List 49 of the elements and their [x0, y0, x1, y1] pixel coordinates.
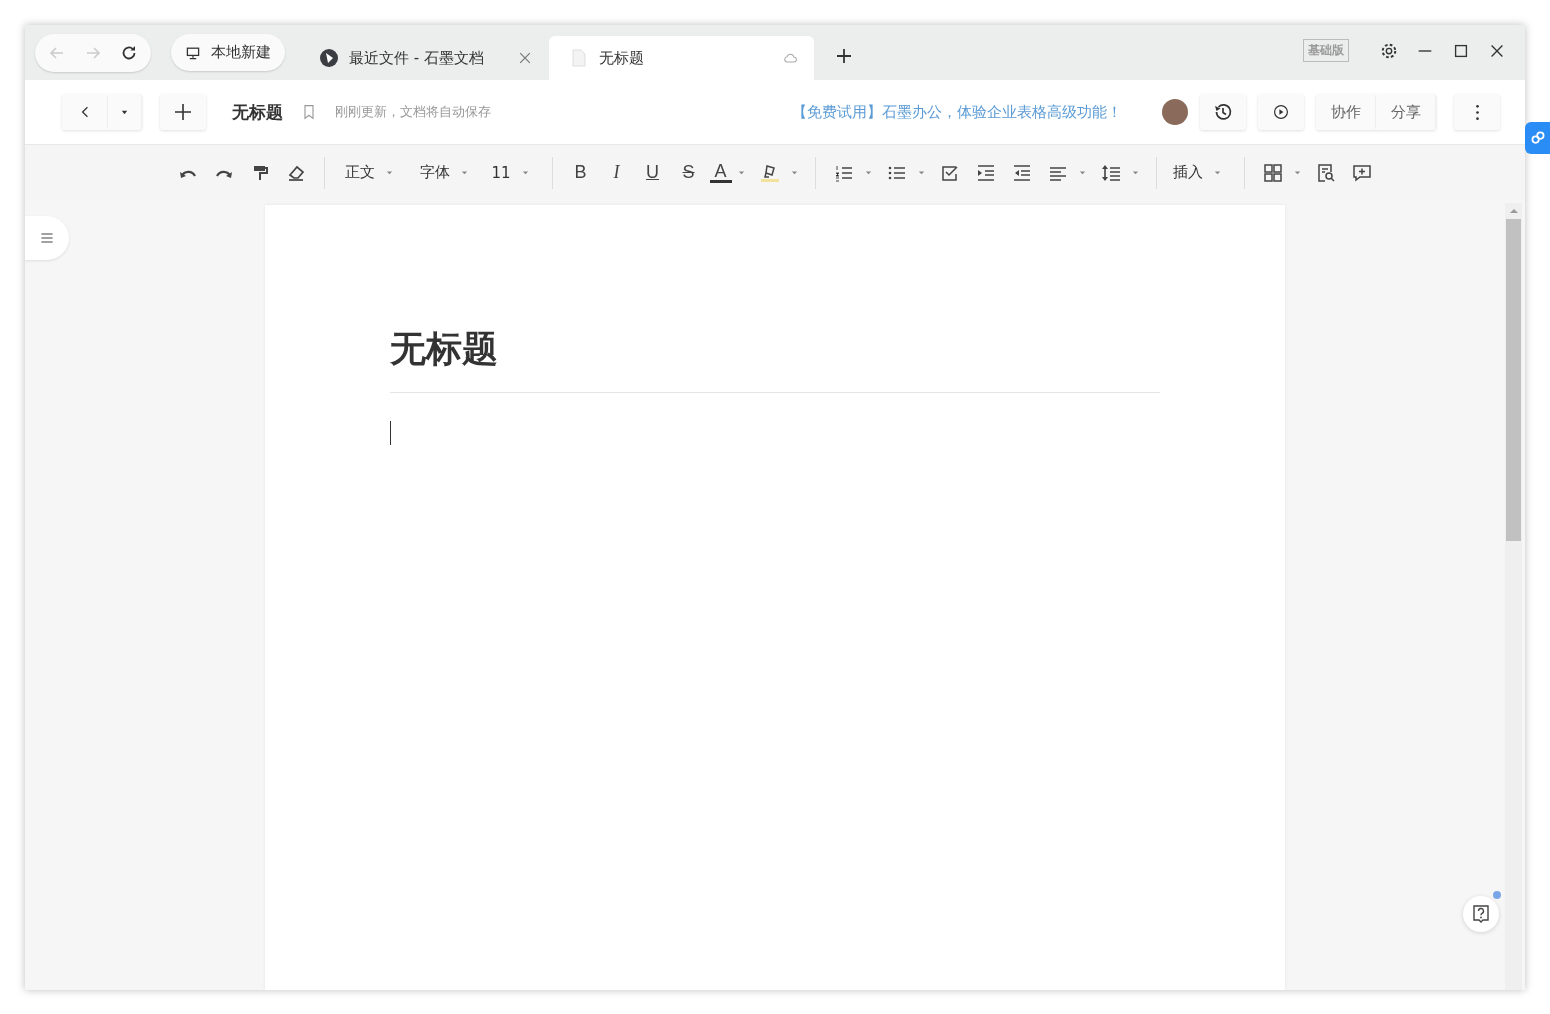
- present-button[interactable]: [1258, 94, 1304, 130]
- grid-icon[interactable]: [1262, 162, 1283, 183]
- header-button[interactable]: 协作: [1316, 94, 1376, 130]
- highlighter-icon[interactable]: [759, 162, 780, 183]
- new-document-button[interactable]: [160, 94, 206, 130]
- comment-icon[interactable]: [1351, 162, 1372, 183]
- link-tool-button[interactable]: [1525, 122, 1550, 154]
- scrollbar[interactable]: [1505, 203, 1522, 990]
- paragraph-style-dropdown[interactable]: 正文: [335, 163, 411, 182]
- save-status: 刚刚更新，文档将自动保存: [335, 103, 491, 121]
- outline-toggle[interactable]: [25, 216, 69, 260]
- link-icon: [1529, 130, 1546, 146]
- menu-icon: [39, 230, 55, 246]
- text-cursor: [390, 421, 391, 445]
- browser-tab[interactable]: 无标题: [549, 36, 814, 80]
- settings-icon[interactable]: [1380, 41, 1398, 60]
- more-icon: [1475, 104, 1479, 120]
- logo-icon: [319, 48, 339, 68]
- document-heading[interactable]: 无标题: [390, 325, 498, 374]
- font-size-dropdown[interactable]: 11: [485, 163, 542, 182]
- history-button[interactable]: [1200, 94, 1246, 130]
- font-dropdown[interactable]: 字体: [410, 163, 486, 182]
- document-icon: [569, 48, 589, 68]
- local-new-button[interactable]: 本地新建: [171, 34, 285, 71]
- help-icon: [1471, 904, 1491, 924]
- search-document-icon[interactable]: [1315, 162, 1336, 183]
- format-button[interactable]: A: [709, 162, 732, 183]
- tab-title: 无标题: [599, 48, 645, 68]
- header-button[interactable]: 分享: [1376, 94, 1436, 130]
- document-title: 无标题: [232, 100, 283, 124]
- clock-icon: [1213, 102, 1233, 122]
- notification-dot: [1493, 891, 1501, 899]
- format-button[interactable]: S: [673, 162, 704, 183]
- avatar[interactable]: [1162, 99, 1188, 125]
- browser-tab[interactable]: 最近文件 - 石墨文档: [299, 36, 549, 80]
- format-button[interactable]: B: [565, 162, 596, 183]
- help-button[interactable]: [1463, 896, 1499, 932]
- outdent-icon[interactable]: [1011, 162, 1032, 183]
- indent-icon[interactable]: [975, 162, 996, 183]
- scroll-up-icon[interactable]: [1508, 207, 1519, 215]
- edition-badge: 基础版: [1303, 39, 1349, 62]
- tab-title: 最近文件 - 石墨文档: [349, 48, 485, 68]
- plus-icon: [173, 102, 193, 122]
- format-button[interactable]: U: [637, 162, 668, 183]
- format-button[interactable]: I: [601, 162, 632, 183]
- insert-dropdown[interactable]: 插入: [1166, 163, 1234, 182]
- bookmark-icon[interactable]: [301, 104, 317, 120]
- play-icon: [1273, 104, 1289, 120]
- scrollbar-thumb[interactable]: [1506, 219, 1521, 541]
